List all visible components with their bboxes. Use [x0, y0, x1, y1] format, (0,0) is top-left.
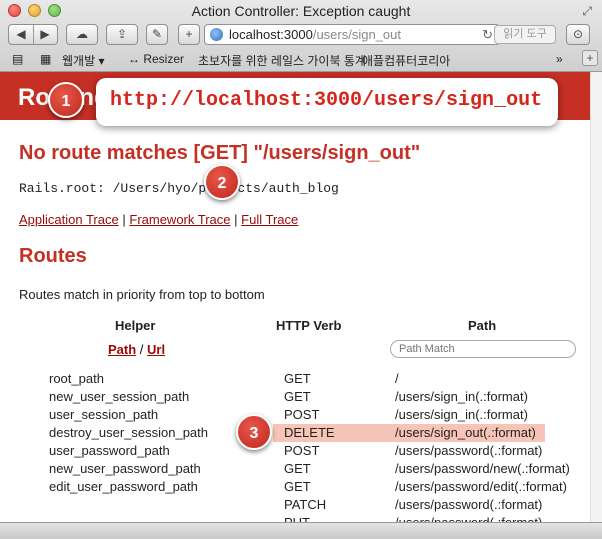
- full-trace-link[interactable]: Full Trace: [241, 212, 298, 227]
- address-path: /users/sign_out: [312, 27, 402, 42]
- routes-description: Routes match in priority from top to bot…: [19, 287, 265, 302]
- verb-column-header: HTTP Verb: [276, 318, 342, 333]
- new-tab-button[interactable]: +: [582, 50, 598, 66]
- framework-trace-link[interactable]: Framework Trace: [129, 212, 230, 227]
- path-url-toggle: Path / Url: [108, 342, 165, 357]
- route-path: /users/sign_out(.:format): [395, 425, 536, 440]
- route-path: /users/sign_in(.:format): [395, 389, 528, 404]
- route-verb: POST: [284, 407, 320, 422]
- route-helper: new_user_session_path: [49, 389, 190, 404]
- browser-chrome: Action Controller: Exception caught ⤢ ◀ ▶…: [0, 0, 602, 72]
- callout-url-text: http://localhost:3000/users/sign_out: [110, 89, 543, 112]
- table-row: new_user_password_path GET/users/password…: [0, 460, 590, 478]
- reader-button[interactable]: 읽기 도구: [494, 25, 556, 44]
- route-helper: edit_user_password_path: [49, 479, 198, 494]
- application-trace-link[interactable]: Application Trace: [19, 212, 119, 227]
- top-sites-icon[interactable]: ▦: [40, 52, 51, 66]
- table-row: new_user_session_path GET/users/sign_in(.…: [0, 388, 590, 406]
- settings-icon[interactable]: ✎: [146, 24, 168, 45]
- route-helper: root_path: [49, 371, 104, 386]
- url-toggle-link[interactable]: Url: [147, 342, 165, 357]
- error-title: No route matches [GET] "/users/sign_out": [19, 142, 421, 164]
- route-path: /users/password/edit(.:format): [395, 479, 567, 494]
- route-path: /users/password(.:format): [395, 443, 543, 458]
- step-badge-3: 3: [236, 414, 272, 450]
- bookmark-item[interactable]: 초보자를 위한 레일스 가이북 통계: [198, 52, 366, 69]
- separator: |: [234, 212, 238, 227]
- share-button[interactable]: ⇪: [106, 24, 138, 45]
- bookmark-item[interactable]: ↔ Resizer: [128, 52, 184, 66]
- helper-column-header: Helper: [115, 318, 156, 333]
- title-bar: Action Controller: Exception caught ⤢: [0, 0, 602, 22]
- bookmarks-bar: ▤ ▦ 웹개발 ▾ ↔ Resizer 초보자를 위한 레일스 가이북 통계 애…: [0, 48, 602, 70]
- reading-list-icon[interactable]: ▤: [12, 52, 23, 66]
- back-forward-group: ◀ ▶: [8, 24, 58, 45]
- address-host: localhost:3000: [229, 27, 313, 42]
- path-toggle-link[interactable]: Path: [108, 342, 136, 357]
- downloads-icon[interactable]: ⊙: [566, 24, 590, 45]
- status-bar: [0, 522, 602, 539]
- route-path: /users/sign_in(.:format): [395, 407, 528, 422]
- separator: |: [122, 212, 126, 227]
- table-row: PUT/users/password(.:format): [0, 514, 590, 522]
- url-callout: http://localhost:3000/users/sign_out: [96, 78, 558, 126]
- slash: /: [139, 342, 144, 357]
- routes-table: root_path GET / new_user_session_path GET/us…: [0, 370, 590, 522]
- route-verb: GET: [284, 371, 311, 386]
- route-helper: destroy_user_session_path: [49, 425, 208, 440]
- route-verb: PUT: [284, 515, 310, 522]
- table-row: edit_user_password_path GET/users/passwor…: [0, 478, 590, 496]
- route-verb: PATCH: [284, 497, 327, 512]
- table-row: user_password_path POST/users/password(.:…: [0, 442, 590, 460]
- reload-icon[interactable]: ↻: [482, 25, 493, 44]
- step-badge-1: 1: [48, 82, 84, 118]
- table-row: PATCH/users/password(.:format): [0, 496, 590, 514]
- address-bar[interactable]: localhost:3000/users/sign_out ↻: [204, 24, 500, 45]
- add-bookmark-button[interactable]: +: [178, 24, 200, 45]
- route-path: /users/password(.:format): [395, 515, 542, 522]
- table-row: destroy_user_session_path DELETE/users/si…: [0, 424, 590, 442]
- route-verb: GET: [284, 479, 311, 494]
- step-badge-2: 2: [204, 164, 240, 200]
- route-helper: user_password_path: [49, 443, 170, 458]
- more-bookmarks-icon[interactable]: »: [556, 52, 563, 66]
- trace-links: Application Trace | Framework Trace | Fu…: [19, 212, 298, 227]
- route-verb: GET: [284, 461, 311, 476]
- table-row: user_session_path POST/users/sign_in(.:fo…: [0, 406, 590, 424]
- browser-toolbar: ◀ ▶ ☁ ⇪ ✎ + localhost:3000/users/sign_out…: [0, 22, 602, 48]
- fullscreen-icon[interactable]: ⤢: [582, 4, 592, 19]
- route-path: /users/password/new(.:format): [395, 461, 570, 476]
- route-verb: DELETE: [284, 425, 335, 440]
- route-verb: GET: [284, 389, 311, 404]
- globe-icon: [210, 28, 223, 41]
- route-path: /: [395, 371, 399, 386]
- bookmark-item[interactable]: 애플컴퓨터코리아: [362, 52, 450, 69]
- route-path: /users/password(.:format): [395, 497, 543, 512]
- back-button[interactable]: ◀: [10, 25, 33, 44]
- route-helper: user_session_path: [49, 407, 159, 422]
- vertical-scrollbar[interactable]: [590, 72, 602, 522]
- window-title: Action Controller: Exception caught: [191, 3, 411, 19]
- routes-heading: Routes: [19, 245, 87, 267]
- page-content: Routing Error No route matches [GET] "/u…: [0, 72, 590, 522]
- route-verb: POST: [284, 443, 320, 458]
- table-row: root_path GET /: [0, 370, 590, 388]
- forward-button[interactable]: ▶: [34, 25, 57, 44]
- rails-root: Rails.root: /Users/hyo/projects/auth_blo…: [19, 181, 339, 196]
- icloud-tabs-button[interactable]: ☁: [66, 24, 98, 45]
- path-match-input[interactable]: [390, 340, 576, 358]
- path-column-header: Path: [468, 318, 497, 333]
- bookmark-item[interactable]: 웹개발 ▾: [62, 52, 104, 69]
- route-helper: new_user_password_path: [49, 461, 201, 476]
